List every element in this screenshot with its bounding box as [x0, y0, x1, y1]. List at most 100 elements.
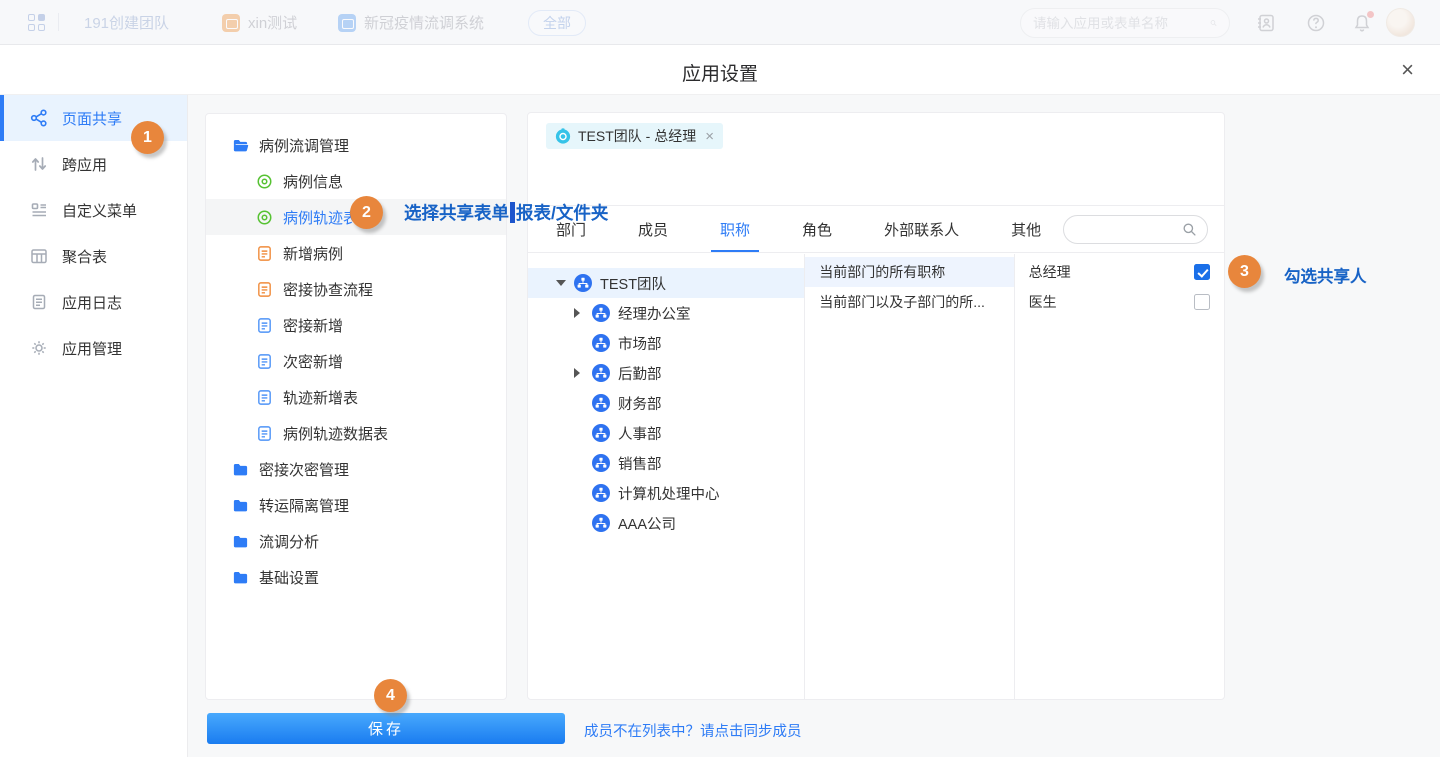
org-icon: [592, 364, 610, 382]
sidebar-item-label: 页面共享: [62, 108, 122, 129]
menu-icon: [30, 201, 48, 219]
app-icon-blue: [338, 14, 356, 32]
org-row-test-team[interactable]: TEST团队: [528, 268, 804, 298]
caret-right-icon[interactable]: [574, 308, 584, 318]
org-row-computer-center[interactable]: 计算机处理中心: [528, 478, 804, 508]
sidebar-item-app-manage[interactable]: 应用管理: [0, 325, 187, 371]
org-row-manager-office[interactable]: 经理办公室: [528, 298, 804, 328]
main-area: 病例流调管理 病例信息 病例轨迹表 新增病例 密接协查流程: [188, 95, 1440, 757]
sidebar-item-label: 聚合表: [62, 246, 107, 267]
org-row-finance[interactable]: 财务部: [528, 388, 804, 418]
tree-item-new-case[interactable]: 新增病例: [206, 235, 506, 271]
sidebar-item-custom-menu[interactable]: 自定义菜单: [0, 187, 187, 233]
notification-dot: [1367, 11, 1374, 18]
sidebar-item-label: 应用管理: [62, 338, 122, 359]
job-title-row-doctor[interactable]: 医生: [1015, 287, 1224, 317]
check-sharer-annotation: 勾选共享人: [1284, 263, 1367, 287]
contacts-icon[interactable]: [1256, 13, 1276, 33]
step-3-badge: 3: [1228, 255, 1261, 288]
checkbox-unchecked[interactable]: [1194, 294, 1210, 310]
search-icon: [1210, 15, 1217, 31]
document-icon: [30, 293, 48, 311]
tree-folder-flow-analysis[interactable]: 流调分析: [206, 523, 506, 559]
topbar-tab-label: xin测试: [248, 12, 297, 33]
share-icon: [30, 109, 48, 127]
user-avatar[interactable]: [1386, 8, 1415, 37]
table-icon: [30, 247, 48, 265]
tree-folder-transfer-quarantine[interactable]: 转运隔离管理: [206, 487, 506, 523]
org-row-marketing[interactable]: 市场部: [528, 328, 804, 358]
modal-title: 应用设置: [0, 59, 1440, 86]
tree-item-trajectory-new-table[interactable]: 轨迹新增表: [206, 379, 506, 415]
job-titles-column: 总经理 医生: [1015, 254, 1224, 699]
topbar-tab-xin-test[interactable]: xin测试: [222, 0, 297, 45]
scope-option-current-and-sub-dept[interactable]: 当前部门以及子部门的所...: [805, 287, 1013, 317]
tree-folder-contact-management[interactable]: 密接次密管理: [206, 451, 506, 487]
org-row-aaa-company[interactable]: AAA公司: [528, 508, 804, 538]
member-search-input[interactable]: [1074, 222, 1182, 237]
text-cursor-bar: [510, 202, 515, 223]
job-title-row-general-manager[interactable]: 总经理: [1015, 257, 1224, 287]
org-row-logistics[interactable]: 后勤部: [528, 358, 804, 388]
topbar-search[interactable]: [1020, 8, 1230, 38]
tree-folder-basic-settings[interactable]: 基础设置: [206, 559, 506, 595]
org-icon: [592, 454, 610, 472]
caret-right-icon[interactable]: [574, 368, 584, 378]
folder-open-icon: [232, 137, 249, 154]
save-button[interactable]: 保存: [207, 713, 565, 744]
tab-other[interactable]: 其他: [1011, 206, 1041, 252]
app-settings-screen: 191创建团队 xin测试 新冠疫情流调系统 全部 应用设置 ×: [0, 0, 1440, 757]
app-icon-orange: [222, 14, 240, 32]
sidebar-item-label: 跨应用: [62, 154, 107, 175]
doc-icon: [256, 389, 273, 406]
doc-icon: [256, 281, 273, 298]
modal-header: 应用设置 ×: [0, 45, 1440, 95]
selected-tag: TEST团队 - 总经理 ×: [546, 123, 723, 149]
org-icon: [592, 394, 610, 412]
org-row-hr[interactable]: 人事部: [528, 418, 804, 448]
tree-item-trajectory-data-table[interactable]: 病例轨迹数据表: [206, 415, 506, 451]
doc-icon: [256, 425, 273, 442]
step-1-badge: 1: [131, 121, 164, 154]
sidebar-item-app-log[interactable]: 应用日志: [0, 279, 187, 325]
folder-icon: [232, 569, 249, 586]
tab-role[interactable]: 角色: [802, 206, 832, 252]
folder-icon: [232, 497, 249, 514]
tree-item-close-contact-flow[interactable]: 密接协查流程: [206, 271, 506, 307]
sidebar-item-label: 自定义菜单: [62, 200, 137, 221]
help-icon[interactable]: [1306, 13, 1326, 33]
topbar-search-input[interactable]: [1033, 16, 1210, 31]
selected-tag-label: TEST团队 - 总经理: [578, 126, 696, 146]
org-icon: [592, 304, 610, 322]
sync-members-link[interactable]: 成员不在列表中？请点击同步成员: [584, 720, 802, 741]
topbar-tab-team[interactable]: 191创建团队: [84, 0, 169, 45]
select-form-annotation: 选择共享表单报表/文件夹: [404, 200, 608, 225]
notifications-bell-icon[interactable]: [1352, 13, 1372, 33]
tree-item-close-contact-new[interactable]: 密接新增: [206, 307, 506, 343]
checkbox-checked[interactable]: [1194, 264, 1210, 280]
apps-grid-icon[interactable]: [28, 14, 45, 31]
form-icon: [256, 209, 273, 226]
org-icon: [592, 424, 610, 442]
tab-member[interactable]: 成员: [638, 206, 668, 252]
sidebar-item-aggregate-table[interactable]: 聚合表: [0, 233, 187, 279]
tab-job-title[interactable]: 职称: [720, 206, 750, 252]
caret-down-icon[interactable]: [556, 280, 566, 286]
tab-external-contact[interactable]: 外部联系人: [884, 206, 959, 252]
tree-folder-case-management[interactable]: 病例流调管理: [206, 127, 506, 163]
close-icon[interactable]: ×: [1401, 57, 1414, 83]
swap-arrows-icon: [30, 155, 48, 173]
member-search[interactable]: [1063, 215, 1208, 244]
search-icon: [1182, 222, 1197, 237]
all-apps-pill[interactable]: 全部: [528, 10, 586, 36]
org-tree-column: TEST团队 经理办公室 市场部: [528, 254, 805, 699]
tree-item-secondary-contact-new[interactable]: 次密新增: [206, 343, 506, 379]
topbar-tab-covid-system[interactable]: 新冠疫情流调系统: [338, 0, 484, 45]
org-icon: [592, 334, 610, 352]
scope-option-current-dept[interactable]: 当前部门的所有职称: [805, 257, 1013, 287]
picker-columns: TEST团队 经理办公室 市场部: [528, 254, 1224, 699]
remove-tag-icon[interactable]: ×: [705, 128, 714, 145]
job-title-badge-icon: [555, 128, 571, 144]
org-row-sales[interactable]: 销售部: [528, 448, 804, 478]
tree-item-case-info[interactable]: 病例信息: [206, 163, 506, 199]
